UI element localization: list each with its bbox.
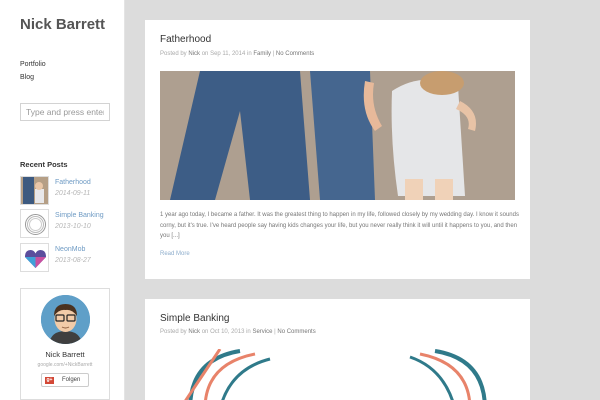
google-plus-icon: g+: [45, 377, 54, 384]
recent-post-item[interactable]: Simple Banking 2013-10-10: [20, 209, 115, 239]
meta-in: in: [247, 51, 252, 57]
site-title[interactable]: Nick Barrett: [20, 17, 110, 33]
recent-post-date: 2014-09-11: [55, 190, 91, 197]
post-card: Fatherhood Posted by Nick on Sep 11, 201…: [145, 20, 530, 279]
meta-author-link[interactable]: Nick: [188, 51, 200, 57]
recent-post-title[interactable]: NeonMob: [55, 246, 85, 253]
meta-comments-link[interactable]: No Comments: [277, 329, 315, 335]
meta-date: Oct 10, 2013: [210, 329, 245, 335]
post-meta: Posted by Nick on Oct 10, 2013 in Servic…: [160, 329, 316, 335]
post-title[interactable]: Simple Banking: [160, 313, 229, 324]
follow-button[interactable]: g+ Folgen: [41, 373, 89, 387]
avatar[interactable]: [41, 295, 90, 344]
search-input[interactable]: [20, 103, 110, 121]
photo-thumbnail-icon[interactable]: [20, 176, 49, 205]
post-featured-image[interactable]: [160, 349, 515, 400]
recent-post-date: 2013-10-10: [55, 223, 91, 230]
follow-button-label: Folgen: [62, 377, 81, 383]
recent-post-title[interactable]: Fatherhood: [55, 179, 91, 186]
meta-category-link[interactable]: Family: [253, 51, 271, 57]
recent-posts-heading: Recent Posts: [20, 160, 68, 169]
post-featured-image[interactable]: [160, 71, 515, 200]
post-excerpt: 1 year ago today, I became a father. It …: [160, 212, 519, 239]
google-profile-card: Nick Barrett google.com/+NickBarrett g+ …: [20, 288, 110, 400]
meta-in: in: [246, 329, 251, 335]
meta-on: on: [201, 51, 209, 57]
heart-logo-thumbnail-icon[interactable]: [20, 243, 49, 272]
post-card: Simple Banking Posted by Nick on Oct 10,…: [145, 299, 530, 400]
nav-item-portfolio[interactable]: Portfolio: [20, 59, 46, 72]
profile-name[interactable]: Nick Barrett: [21, 350, 109, 359]
read-more-link[interactable]: Read More: [160, 251, 190, 257]
recent-post-item[interactable]: NeonMob 2013-08-27: [20, 243, 115, 273]
post-title[interactable]: Fatherhood: [160, 34, 211, 45]
nav-item-blog[interactable]: Blog: [20, 72, 46, 85]
nav-menu: Portfolio Blog: [20, 59, 46, 84]
meta-prefix: Posted by: [160, 51, 187, 57]
recent-post-title[interactable]: Simple Banking: [55, 212, 104, 219]
sidebar: Nick Barrett Portfolio Blog Recent Posts…: [0, 0, 125, 400]
circle-thumbnail-icon[interactable]: [20, 209, 49, 238]
meta-date: Sep 11, 2014: [210, 51, 246, 57]
meta-on: on: [201, 329, 209, 335]
meta-prefix: Posted by: [160, 329, 187, 335]
meta-separator: |: [272, 51, 275, 57]
meta-comments-link[interactable]: No Comments: [276, 51, 314, 57]
post-meta: Posted by Nick on Sep 11, 2014 in Family…: [160, 51, 314, 57]
meta-author-link[interactable]: Nick: [188, 329, 200, 335]
meta-separator: |: [274, 329, 276, 335]
profile-url[interactable]: google.com/+NickBarrett: [21, 362, 109, 368]
recent-post-item[interactable]: Fatherhood 2014-09-11: [20, 176, 115, 206]
meta-category-link[interactable]: Service: [252, 329, 272, 335]
recent-post-date: 2013-08-27: [55, 257, 91, 264]
